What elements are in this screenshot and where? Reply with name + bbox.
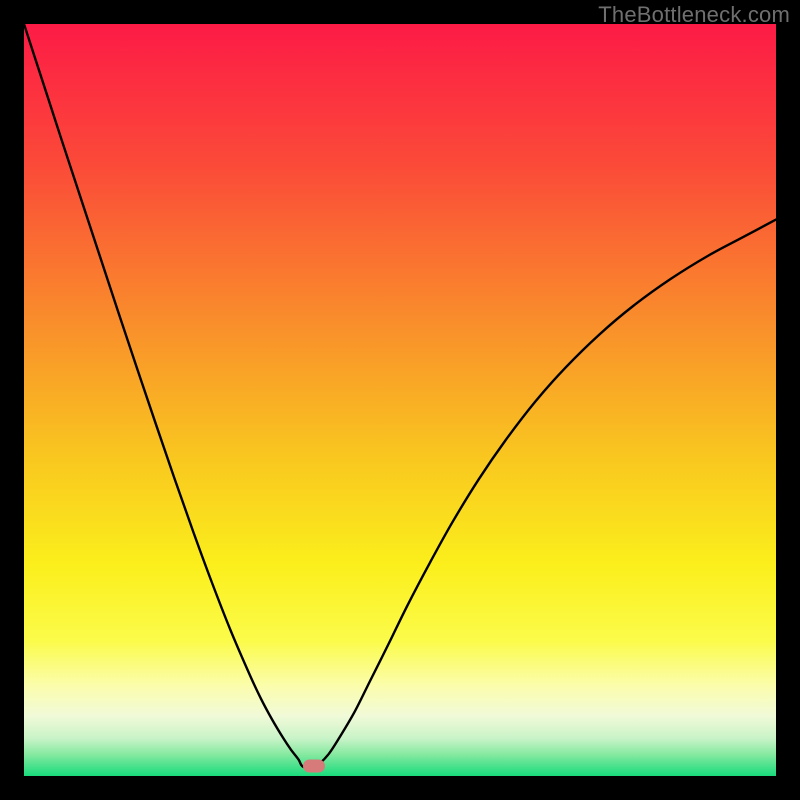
optimum-marker bbox=[303, 760, 325, 773]
chart-background bbox=[24, 24, 776, 776]
bottleneck-chart bbox=[24, 24, 776, 776]
outer-frame: TheBottleneck.com bbox=[0, 0, 800, 800]
